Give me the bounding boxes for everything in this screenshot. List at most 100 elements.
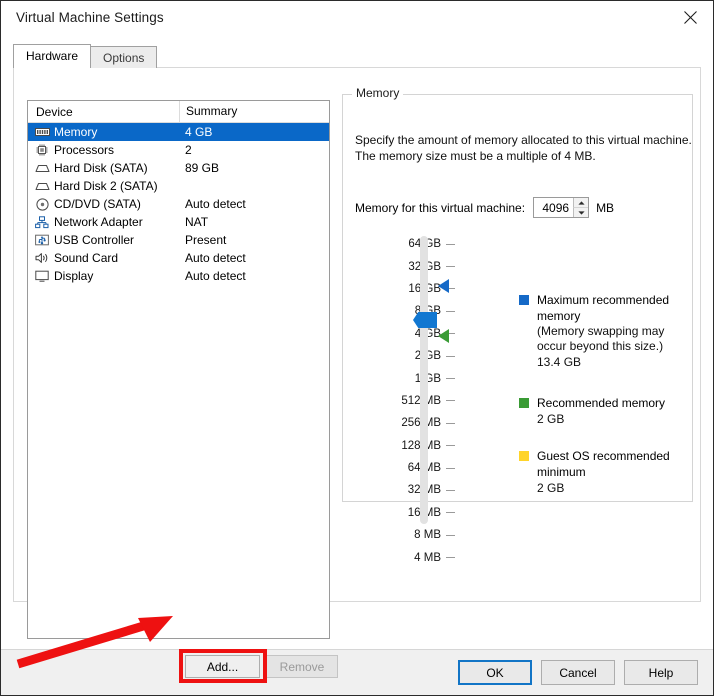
tick-dash: [446, 534, 455, 536]
device-list[interactable]: Device Summary Memory 4 GB Processors 2 …: [27, 100, 330, 639]
slider-tick: 64 GB: [355, 233, 455, 255]
memory-slider-track[interactable]: [420, 236, 428, 524]
device-name: Hard Disk (SATA): [54, 161, 148, 175]
legend-spacer: [519, 375, 694, 395]
tick-dash: [446, 557, 455, 559]
memory-unit: MB: [596, 200, 615, 215]
table-row[interactable]: Memory 4 GB: [28, 123, 329, 141]
table-row[interactable]: Hard Disk 2 (SATA): [28, 177, 329, 195]
slider-tick: 4 MB: [355, 546, 455, 568]
device-name: Display: [54, 269, 94, 283]
table-row[interactable]: Sound Card Auto detect: [28, 249, 329, 267]
tick-dash: [446, 266, 455, 268]
memory-input[interactable]: 4096: [533, 197, 590, 218]
tick-dash: [446, 310, 455, 312]
tick-dash: [446, 243, 455, 245]
ok-button[interactable]: OK: [458, 660, 532, 685]
device-summary: Auto detect: [185, 251, 246, 265]
tab-strip: Hardware Options: [13, 44, 158, 68]
close-icon: [683, 10, 698, 25]
slider-tick: 32 GB: [355, 255, 455, 277]
help-button[interactable]: Help: [624, 660, 698, 685]
network-icon: [34, 215, 50, 229]
memory-field-label: Memory for this virtual machine:: [355, 200, 526, 215]
tick-dash: [446, 512, 455, 514]
harddisk-icon: [34, 161, 50, 175]
legend-value: 2 GB: [537, 412, 565, 426]
legend-swatch-green-icon: [519, 398, 529, 408]
table-row[interactable]: Network Adapter NAT: [28, 213, 329, 231]
tick-label: 8 MB: [414, 529, 441, 542]
slider-tick: 256 MB: [355, 412, 455, 434]
slider-tick: 128 MB: [355, 435, 455, 457]
device-summary: 89 GB: [185, 161, 220, 175]
legend-title: Recommended memory: [537, 396, 666, 410]
stepper-down-icon[interactable]: [573, 208, 589, 217]
table-row[interactable]: Display Auto detect: [28, 267, 329, 285]
device-name: CD/DVD (SATA): [54, 197, 141, 211]
column-header-summary: Summary: [179, 101, 329, 123]
slider-tick: 2 GB: [355, 345, 455, 367]
table-row[interactable]: CD/DVD (SATA) Auto detect: [28, 195, 329, 213]
memory-stepper[interactable]: [573, 198, 589, 217]
table-row[interactable]: USB Controller Present: [28, 231, 329, 249]
tick-dash: [446, 422, 455, 424]
close-button[interactable]: [667, 1, 713, 34]
title-bar: Virtual Machine Settings: [1, 1, 713, 35]
maximum-recommended-marker-icon: [438, 279, 449, 293]
cancel-button[interactable]: Cancel: [541, 660, 615, 685]
column-header-device: Device: [36, 104, 73, 119]
remove-button: Remove: [266, 655, 338, 678]
slider-tick: 64 MB: [355, 457, 455, 479]
add-button[interactable]: Add...: [185, 655, 260, 678]
legend-subtext-line1: (Memory swapping may: [537, 324, 665, 338]
dialog-content: Hardware Options Device Summary Memory 4…: [1, 35, 713, 683]
cddvd-icon: [34, 197, 50, 211]
virtual-machine-settings-window: Virtual Machine Settings Hardware Option…: [0, 0, 714, 696]
slider-tick: 8 GB: [355, 300, 455, 322]
legend-title: Guest OS recommended minimum: [537, 449, 670, 479]
device-list-header: Device Summary: [28, 101, 329, 123]
hardware-tab-panel: Device Summary Memory 4 GB Processors 2 …: [13, 67, 701, 683]
legend-swatch-yellow-icon: [519, 451, 529, 461]
device-name: Hard Disk 2 (SATA): [54, 179, 158, 193]
device-name: USB Controller: [54, 233, 135, 247]
stepper-up-icon[interactable]: [573, 198, 589, 208]
sound-icon: [34, 251, 50, 265]
legend-spacer: [519, 432, 694, 448]
device-summary: NAT: [185, 215, 209, 229]
tab-hardware[interactable]: Hardware: [13, 44, 92, 68]
tick-label: 4 MB: [414, 551, 441, 564]
legend-value: 13.4 GB: [537, 355, 582, 369]
tick-dash: [446, 400, 455, 402]
device-actions: Add... Remove: [14, 649, 343, 683]
device-summary: 2: [185, 143, 192, 157]
slider-tick: 8 MB: [355, 524, 455, 546]
table-row[interactable]: Hard Disk (SATA) 89 GB: [28, 159, 329, 177]
slider-tick: 16 MB: [355, 502, 455, 524]
device-summary: Present: [185, 233, 227, 247]
tab-options[interactable]: Options: [90, 46, 158, 68]
window-title: Virtual Machine Settings: [16, 10, 164, 25]
legend-item-guest-minimum: Guest OS recommended minimum 2 GB: [519, 448, 694, 497]
legend-item-recommended: Recommended memory 2 GB: [519, 395, 694, 428]
display-icon: [34, 269, 50, 283]
slider-tick: 512 MB: [355, 390, 455, 412]
device-name: Sound Card: [54, 251, 119, 265]
legend-title: Maximum recommended memory: [537, 293, 670, 323]
table-row[interactable]: Processors 2: [28, 141, 329, 159]
memory-field-row: Memory for this virtual machine: 4096 MB: [355, 197, 614, 218]
device-name: Memory: [54, 125, 98, 139]
device-name: Network Adapter: [54, 215, 143, 229]
recommended-marker-icon: [438, 329, 449, 343]
legend-value: 2 GB: [537, 481, 565, 495]
tick-dash: [446, 445, 455, 447]
slider-tick: 1 GB: [355, 367, 455, 389]
device-summary: Auto detect: [185, 269, 246, 283]
device-summary: 4 GB: [185, 125, 213, 139]
legend-item-maximum: Maximum recommended memory (Memory swapp…: [519, 292, 694, 371]
harddisk-icon: [34, 179, 50, 193]
usb-icon: [34, 233, 50, 247]
memory-description: Specify the amount of memory allocated t…: [355, 133, 692, 163]
memory-icon: [34, 125, 50, 139]
